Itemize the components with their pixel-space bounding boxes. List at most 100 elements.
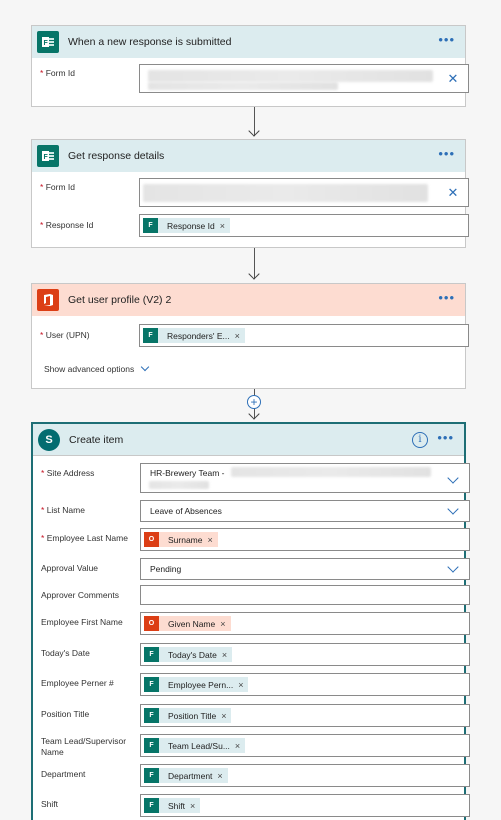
remove-token-icon[interactable]: × — [235, 741, 240, 751]
create-item-card[interactable]: S Create item i ••• * Site Address HR-Br… — [31, 422, 470, 820]
approver-comments-field[interactable] — [140, 585, 470, 605]
todays-date-token[interactable]: F Today's Date × — [144, 647, 233, 662]
forms-icon: F — [144, 647, 159, 662]
employee-perner-field[interactable]: F Employee Pern... × — [140, 673, 470, 696]
employee-last-name-field[interactable]: O Surname × — [140, 528, 470, 551]
chevron-down-icon — [447, 503, 459, 515]
department-field[interactable]: F Department × — [140, 764, 470, 787]
arrow-down-icon — [248, 125, 260, 137]
form-id-field[interactable]: ✕ — [139, 64, 469, 93]
more-options-icon[interactable]: ••• — [438, 147, 455, 160]
todays-date-label: Today's Date — [41, 648, 90, 658]
office-icon — [37, 289, 59, 311]
team-lead-token[interactable]: F Team Lead/Su... × — [144, 738, 246, 753]
site-address-dropdown[interactable]: HR-Brewery Team - — [140, 463, 470, 493]
remove-token-icon[interactable]: × — [190, 801, 195, 811]
list-name-label: * List Name — [41, 505, 85, 515]
forms-icon: F — [37, 31, 59, 53]
responders-email-token[interactable]: F Responders' E... × — [143, 328, 245, 343]
form-id-label: * Form Id — [40, 68, 75, 78]
form-id-label: * Form Id — [40, 182, 75, 192]
forms-icon: F — [143, 218, 158, 233]
remove-token-icon[interactable]: × — [222, 650, 227, 660]
svg-text:F: F — [44, 40, 49, 47]
redacted-value — [148, 70, 433, 82]
form-id-field[interactable]: ✕ — [139, 178, 469, 207]
position-title-label: Position Title — [41, 709, 90, 719]
approver-comments-label: Approver Comments — [41, 590, 119, 600]
response-details-title: Get response details — [68, 150, 165, 162]
surname-token[interactable]: O Surname × — [144, 532, 218, 547]
clear-icon[interactable]: ✕ — [438, 65, 468, 92]
user-profile-title: Get user profile (V2) 2 — [68, 294, 172, 306]
trigger-title: When a new response is submitted — [68, 36, 232, 48]
position-title-field[interactable]: F Position Title × — [140, 704, 470, 727]
response-id-label: * Response Id — [40, 220, 94, 230]
forms-icon: F — [144, 798, 159, 813]
chevron-down-icon — [141, 362, 150, 372]
remove-token-icon[interactable]: × — [208, 535, 213, 545]
more-options-icon[interactable]: ••• — [438, 291, 455, 304]
user-profile-card[interactable]: Get user profile (V2) 2 ••• * User (UPN)… — [31, 283, 469, 389]
employee-perner-token[interactable]: F Employee Pern... × — [144, 677, 249, 692]
approval-value-label: Approval Value — [41, 563, 99, 573]
svg-text:F: F — [44, 154, 49, 161]
arrow-down-icon — [248, 408, 260, 420]
forms-icon: F — [144, 738, 159, 753]
remove-token-icon[interactable]: × — [220, 221, 225, 231]
redacted-value — [143, 184, 428, 202]
forms-icon: F — [144, 677, 159, 692]
approval-value-dropdown[interactable]: Pending — [140, 558, 470, 580]
create-item-header[interactable]: S Create item i ••• — [33, 424, 464, 456]
redacted-value — [231, 467, 431, 477]
forms-icon: F — [37, 145, 59, 167]
user-upn-field[interactable]: F Responders' E... × — [139, 324, 469, 347]
user-upn-label: * User (UPN) — [40, 330, 90, 340]
department-label: Department — [41, 769, 86, 779]
info-icon[interactable]: i — [412, 432, 428, 448]
add-step-icon[interactable]: + — [247, 395, 261, 409]
response-details-header[interactable]: F Get response details ••• — [32, 140, 465, 172]
arrow-down-icon — [248, 268, 260, 280]
show-advanced-options-link[interactable]: Show advanced options — [44, 362, 150, 374]
team-lead-field[interactable]: F Team Lead/Su... × — [140, 734, 470, 757]
redacted-value — [149, 481, 209, 489]
user-profile-header[interactable]: Get user profile (V2) 2 ••• — [32, 284, 465, 316]
remove-token-icon[interactable]: × — [220, 619, 225, 629]
employee-first-name-field[interactable]: O Given Name × — [140, 612, 470, 635]
clear-icon[interactable]: ✕ — [438, 179, 468, 206]
employee-first-name-label: Employee First Name — [41, 617, 123, 627]
sharepoint-icon: S — [38, 428, 60, 451]
shift-field[interactable]: F Shift × — [140, 794, 470, 817]
office-icon: O — [144, 532, 159, 547]
response-id-token[interactable]: F Response Id × — [143, 218, 230, 233]
list-name-dropdown[interactable]: Leave of Absences — [140, 500, 470, 522]
employee-last-name-label: * Employee Last Name — [41, 533, 128, 543]
trigger-card[interactable]: F When a new response is submitted ••• *… — [31, 25, 469, 107]
given-name-token[interactable]: O Given Name × — [144, 616, 231, 631]
remove-token-icon[interactable]: × — [217, 771, 222, 781]
trigger-header[interactable]: F When a new response is submitted ••• — [32, 26, 465, 58]
remove-token-icon[interactable]: × — [235, 331, 240, 341]
create-item-title: Create item — [69, 433, 124, 446]
team-lead-label: Team Lead/Supervisor Name — [41, 736, 127, 757]
more-options-icon[interactable]: ••• — [437, 431, 454, 444]
shift-label: Shift — [41, 799, 59, 809]
todays-date-field[interactable]: F Today's Date × — [140, 643, 470, 666]
redacted-value — [148, 82, 338, 90]
chevron-down-icon — [447, 472, 459, 484]
response-id-field[interactable]: F Response Id × — [139, 214, 469, 237]
forms-icon: F — [144, 768, 159, 783]
response-details-card[interactable]: F Get response details ••• * Form Id ✕ *… — [31, 139, 469, 248]
office-icon: O — [144, 616, 159, 631]
site-address-label: * Site Address — [41, 468, 95, 478]
position-title-token[interactable]: F Position Title × — [144, 708, 232, 723]
remove-token-icon[interactable]: × — [238, 680, 243, 690]
forms-icon: F — [144, 708, 159, 723]
remove-token-icon[interactable]: × — [221, 711, 226, 721]
shift-token[interactable]: F Shift × — [144, 798, 201, 813]
more-options-icon[interactable]: ••• — [438, 33, 455, 46]
employee-perner-label: Employee Perner # — [41, 678, 114, 688]
chevron-down-icon — [447, 561, 459, 573]
department-token[interactable]: F Department × — [144, 768, 228, 783]
